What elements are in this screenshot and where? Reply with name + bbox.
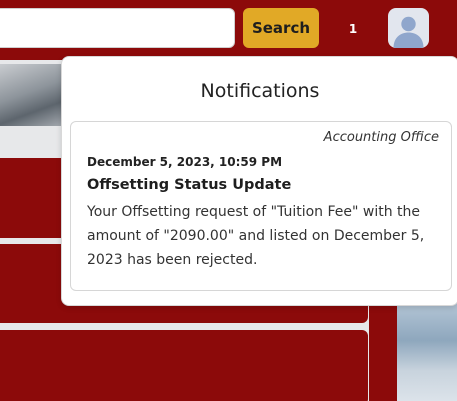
notifications-dropdown: Notifications Accounting Office December…	[61, 56, 457, 306]
notification-source: Accounting Office	[323, 130, 439, 145]
search-button[interactable]: Search	[243, 8, 319, 48]
notification-item[interactable]: Accounting Office December 5, 2023, 10:5…	[70, 121, 452, 291]
background-photo	[0, 64, 66, 126]
top-navbar: Search 1	[0, 0, 457, 60]
notifications-title: Notifications	[200, 80, 320, 102]
notification-subject: Offsetting Status Update	[87, 177, 292, 193]
user-icon	[393, 16, 424, 48]
notification-datetime: December 5, 2023, 10:59 PM	[87, 155, 283, 169]
notification-body: Your Offsetting request of "Tuition Fee"…	[87, 204, 425, 268]
background-panel	[369, 290, 399, 401]
search-input[interactable]	[0, 8, 235, 48]
content-card[interactable]	[0, 330, 368, 401]
notification-count-badge[interactable]: 1	[343, 19, 363, 39]
background-photo	[397, 300, 457, 401]
background-strip	[0, 126, 66, 156]
user-avatar-button[interactable]	[388, 8, 429, 48]
page: Search 1 Notifications Accounting Office…	[0, 0, 457, 401]
